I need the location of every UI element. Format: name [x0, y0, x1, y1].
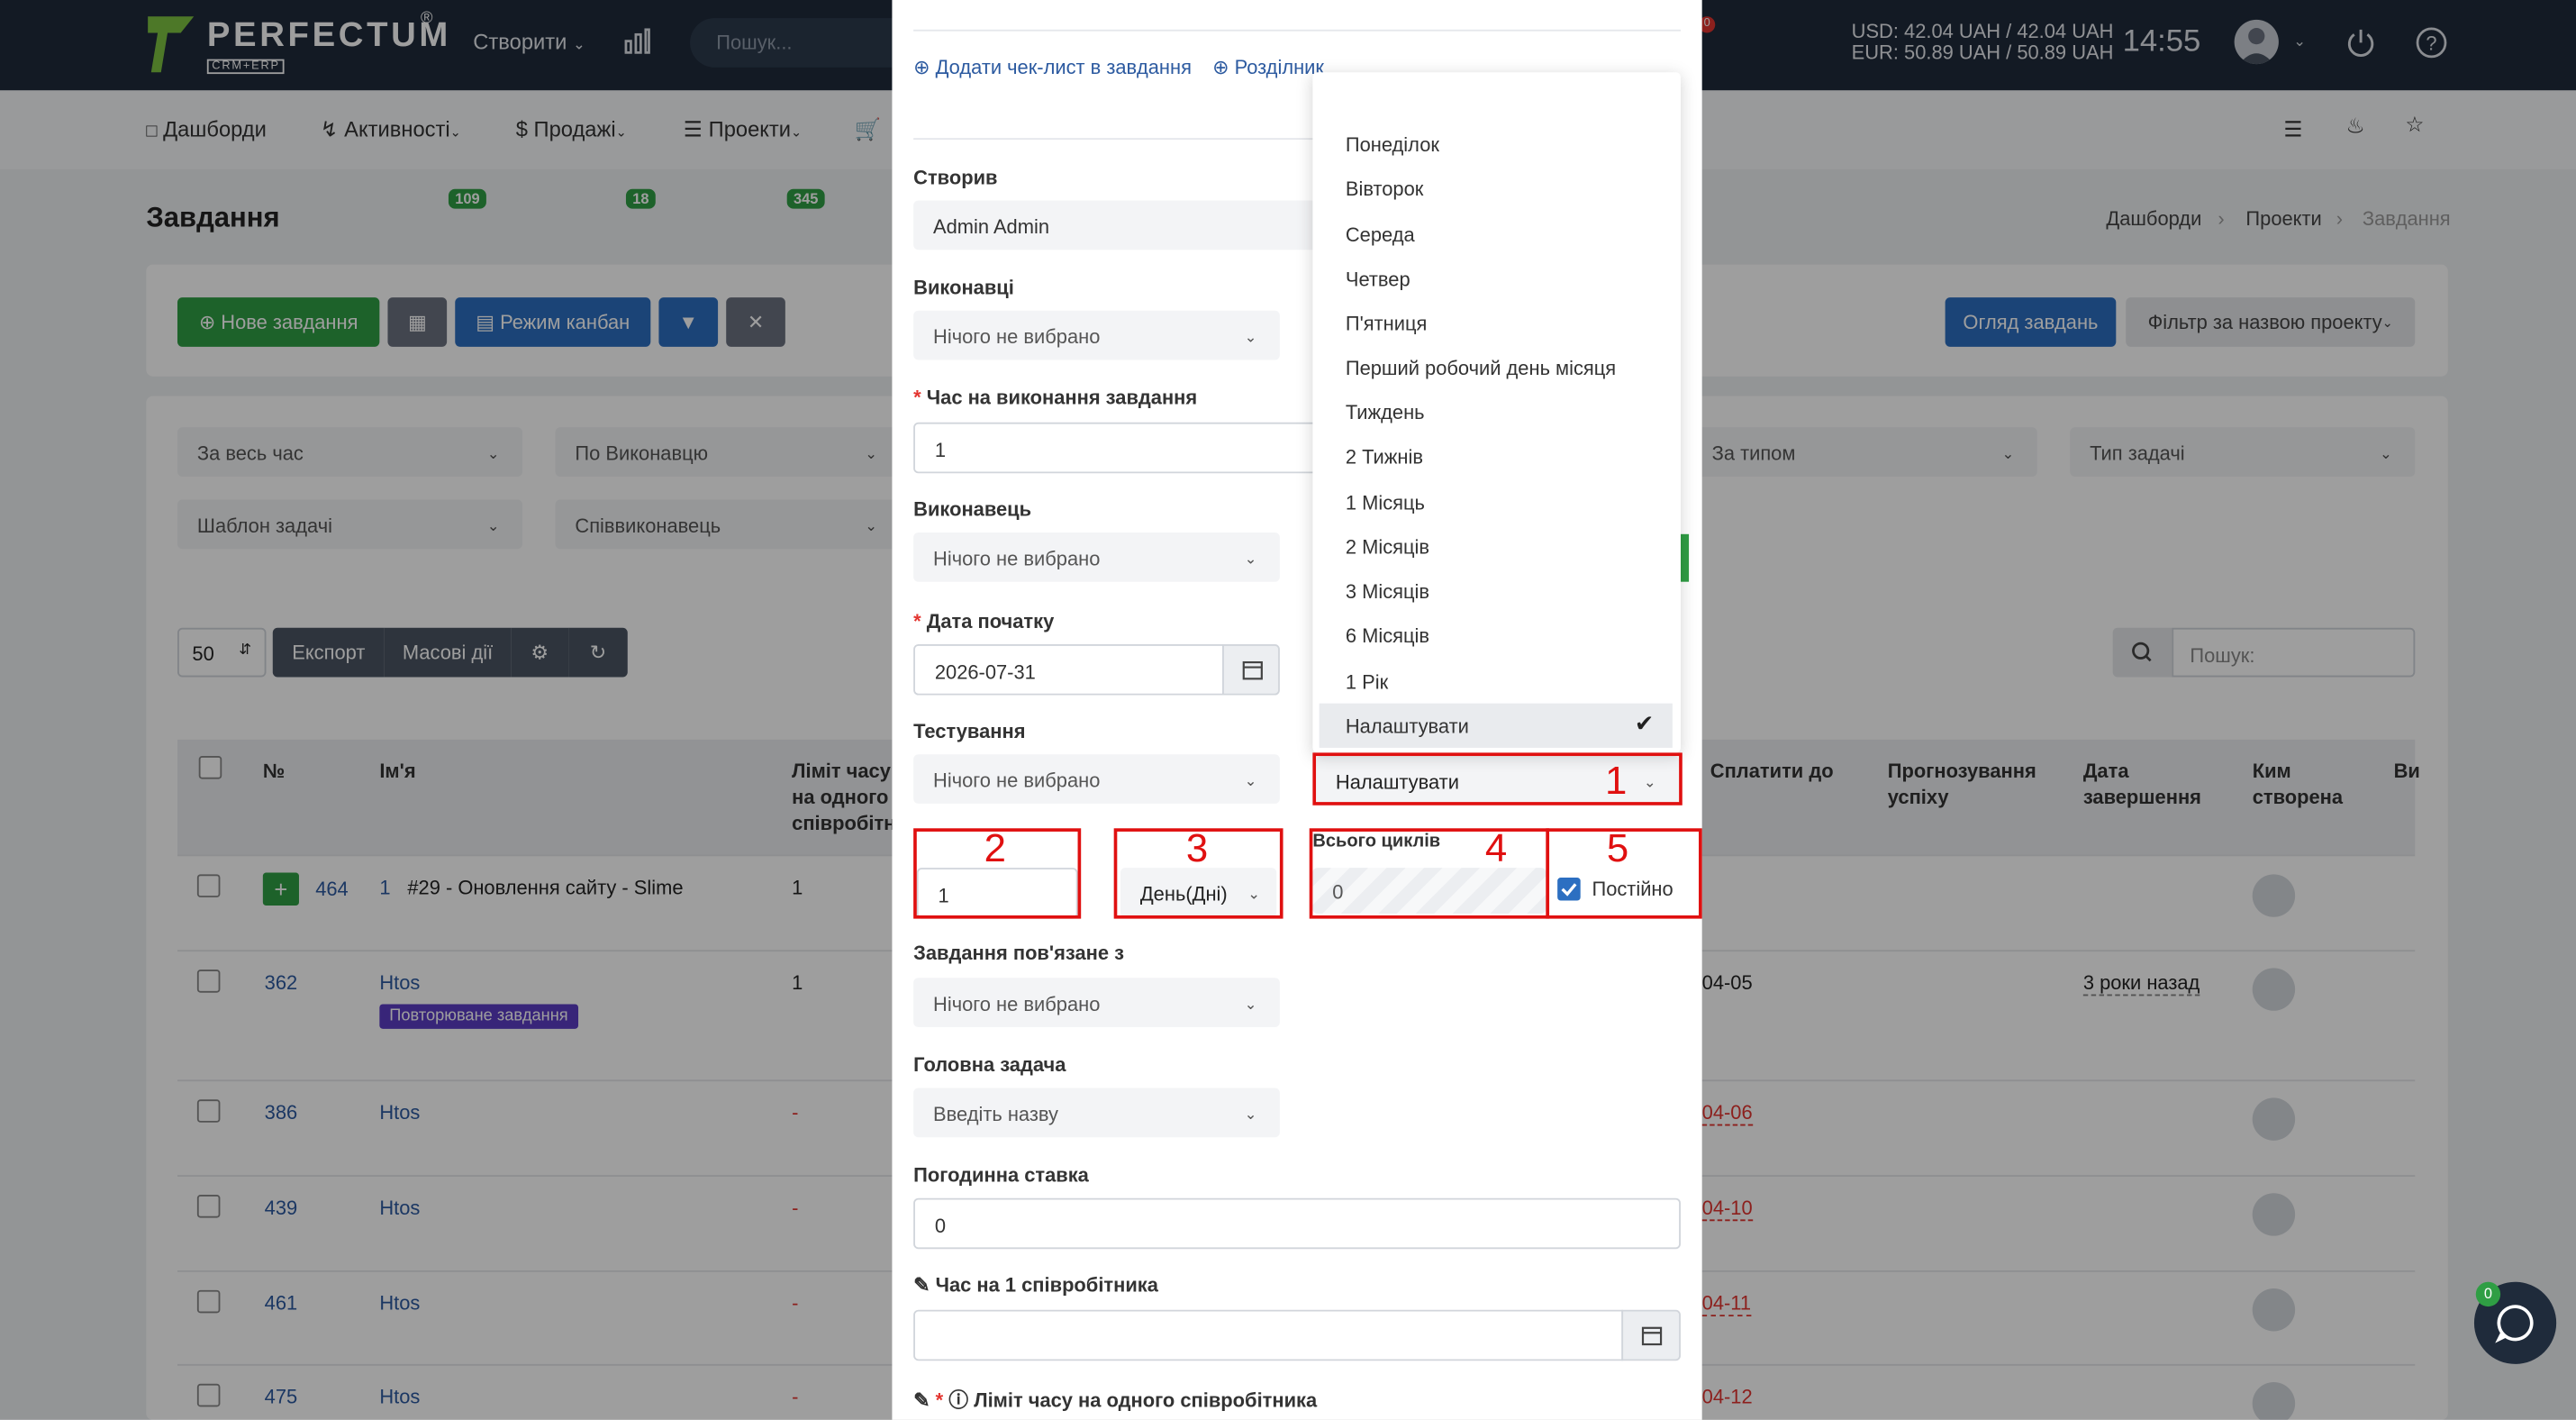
limit-label: ✎ * ⓘ Ліміт часу на одного співробітника: [913, 1386, 1317, 1414]
chevron-down-icon: ⌄: [1244, 996, 1257, 1013]
executors-select[interactable]: Нічого не вибрано ⌄: [913, 310, 1280, 360]
repeat-dropdown: Понеділок Вівторок Середа Четвер П'ятниц…: [1312, 72, 1681, 753]
related-select[interactable]: Нічого не вибрано ⌄: [913, 978, 1280, 1027]
checkmark-icon: ✔: [1634, 709, 1655, 737]
dropdown-option-selected[interactable]: Налаштувати: [1346, 715, 1469, 738]
chevron-down-icon: ⌄: [1244, 328, 1257, 346]
start-date-label: * Дата початку: [913, 610, 1054, 633]
annotation-number-2: 2: [984, 826, 1006, 871]
executor-value: Нічого не вибрано: [933, 547, 1101, 570]
annotation-number-3: 3: [1185, 826, 1209, 871]
hourly-rate-input[interactable]: 0: [913, 1197, 1681, 1250]
add-separator-label: Розділник: [1234, 56, 1325, 79]
chevron-down-icon: ⌄: [1244, 551, 1257, 568]
edit-icon: ✎: [913, 1388, 930, 1412]
start-date-input[interactable]: 2026-07-31: [913, 644, 1224, 696]
chevron-down-icon: ⌄: [1244, 1106, 1257, 1123]
dropdown-option[interactable]: Середа: [1346, 223, 1415, 247]
calendar-icon[interactable]: [1222, 644, 1280, 696]
info-icon: ⓘ: [948, 1388, 969, 1412]
annotation-number-1: 1: [1605, 759, 1628, 804]
dropdown-option[interactable]: Понеділок: [1346, 133, 1439, 157]
dropdown-option[interactable]: Четвер: [1346, 268, 1410, 291]
add-checklist-link[interactable]: ⊕ Додати чек-лист в завдання: [913, 56, 1192, 79]
dropdown-option[interactable]: 1 Рік: [1346, 670, 1388, 694]
created-by-label: Створив: [913, 166, 998, 189]
app-root: PERFECTUM ® CRM+ERP Створити ⌄ Пошук... …: [0, 0, 2576, 1420]
annotation-number-5: 5: [1606, 826, 1629, 871]
per-employee-label: ✎ Час на 1 співробітника: [913, 1274, 1158, 1297]
related-label: Завдання пов'язане з: [913, 942, 1124, 965]
executor-label: Виконавець: [913, 497, 1032, 522]
parent-task-label: Головна задача: [913, 1053, 1066, 1077]
annotation-number-4: 4: [1484, 826, 1508, 871]
dropdown-option[interactable]: Вівторок: [1346, 178, 1423, 201]
related-value: Нічого не вибрано: [933, 992, 1101, 1016]
dropdown-option[interactable]: Тиждень: [1346, 401, 1425, 424]
parent-task-placeholder: Введіть назву: [933, 1102, 1058, 1126]
add-checklist-label: Додати чек-лист в завдання: [935, 56, 1192, 79]
divider: [913, 29, 1681, 32]
dropdown-option[interactable]: 3 Місяців: [1346, 580, 1429, 604]
add-separator-link[interactable]: ⊕ Розділник: [1212, 56, 1324, 79]
created-by-field: Admin Admin: [913, 200, 1341, 250]
limit-label-text: Ліміт часу на одного співробітника: [974, 1388, 1318, 1412]
required-mark: *: [935, 1388, 944, 1412]
time-label-text: Час на виконання завдання: [926, 386, 1198, 410]
required-mark: *: [913, 609, 921, 633]
testing-value: Нічого не вибрано: [933, 769, 1101, 793]
required-mark: *: [913, 386, 921, 410]
dropdown-option[interactable]: 2 Тижнів: [1346, 445, 1423, 469]
time-label: * Час на виконання завдання: [913, 387, 1197, 410]
dropdown-option[interactable]: 2 Місяців: [1346, 536, 1429, 560]
executors-label: Виконавці: [913, 276, 1014, 299]
edit-icon: ✎: [913, 1273, 930, 1297]
time-input[interactable]: 1: [913, 422, 1341, 474]
dropdown-option[interactable]: П'ятниця: [1346, 313, 1428, 336]
executor-select[interactable]: Нічого не вибрано ⌄: [913, 532, 1280, 582]
dropdown-option[interactable]: Перший робочий день місяця: [1346, 357, 1616, 380]
dropdown-option[interactable]: 1 Місяць: [1346, 491, 1425, 514]
testing-select[interactable]: Нічого не вибрано ⌄: [913, 754, 1280, 804]
start-date-label-text: Дата початку: [926, 609, 1055, 633]
calendar-icon[interactable]: [1621, 1309, 1681, 1361]
dropdown-option[interactable]: 6 Місяців: [1346, 624, 1429, 648]
hourly-rate-label: Погодинна ставка: [913, 1163, 1089, 1187]
plus-circle-icon: ⊕: [1212, 56, 1229, 79]
executors-value: Нічого не вибрано: [933, 325, 1101, 349]
side-indicator: [1680, 533, 1690, 582]
per-employee-input[interactable]: [913, 1309, 1624, 1361]
testing-label: Тестування: [913, 719, 1026, 743]
per-employee-label-text: Час на 1 співробітника: [935, 1273, 1158, 1297]
chat-badge: 0: [2475, 1281, 2501, 1307]
annotation-box-4: [1309, 828, 1550, 919]
plus-circle-icon: ⊕: [913, 56, 930, 79]
chevron-down-icon: ⌄: [1244, 772, 1257, 789]
parent-task-select[interactable]: Введіть назву ⌄: [913, 1088, 1280, 1138]
